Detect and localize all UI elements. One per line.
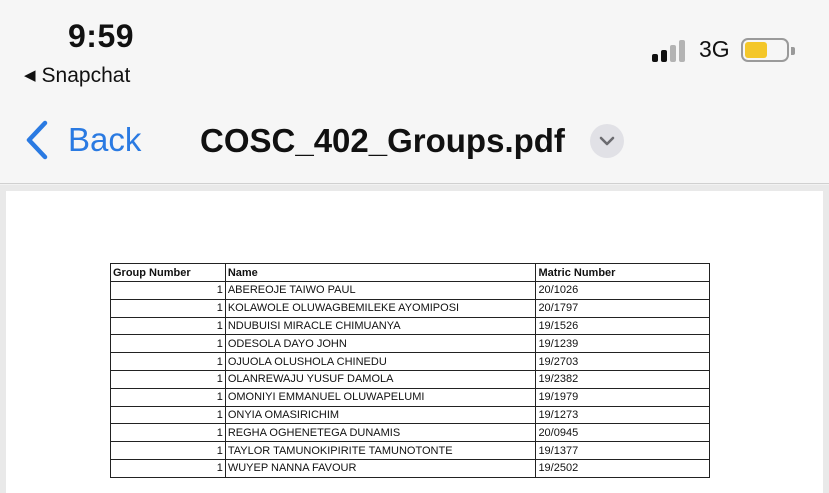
status-bar: 9:59 ◀ Snapchat 3G (0, 0, 829, 100)
group-number-cell: 1 (110, 316, 226, 336)
group-number-cell: 1 (110, 423, 226, 443)
group-number-cell: 1 (110, 458, 226, 478)
table-row: 1 ABEREOJE TAIWO PAUL 20/1026 (110, 281, 710, 300)
back-label: Back (68, 121, 142, 158)
battery-fill (745, 42, 767, 58)
name-cell: ONYIA OMASIRICHIM (224, 405, 537, 425)
matric-number-cell: 20/1026 (535, 281, 710, 300)
document-title: COSC_402_Groups.pdf (200, 122, 565, 159)
matric-number-cell: 19/2502 (535, 458, 710, 478)
name-cell: NDUBUISI MIRACLE CHIMUANYA (224, 316, 537, 336)
name-cell: WUYEP NANNA FAVOUR (224, 458, 537, 478)
back-app-label: Snapchat (41, 64, 131, 87)
nav-bar: Back COSC_402_Groups.pdf (0, 100, 829, 184)
table-row: 1 KOLAWOLE OLUWAGBEMILEKE AYOMIPOSI 20/179… (110, 298, 710, 318)
matric-number-cell: 19/2703 (535, 352, 710, 371)
cellular-signal-icon (652, 38, 690, 62)
name-cell: OJUOLA OLUSHOLA CHINEDU (224, 352, 537, 371)
name-cell: OMONIYI EMMANUEL OLUWAPELUMI (224, 387, 537, 407)
title-menu-button[interactable] (590, 124, 624, 158)
group-number-cell: 1 (110, 369, 226, 389)
matric-number-cell: 19/1273 (535, 405, 710, 425)
back-triangle-icon: ◀ (24, 67, 36, 84)
matric-number-cell: 19/1979 (535, 387, 710, 407)
name-cell: ODESOLA DAYO JOHN (224, 334, 537, 354)
matric-number-cell: 19/1526 (535, 316, 710, 336)
column-header-matric-number: Matric Number (535, 263, 710, 282)
group-number-cell: 1 (110, 281, 226, 300)
matric-number-cell: 19/2382 (535, 369, 710, 389)
name-cell: TAYLOR TAMUNOKIPIRITE TAMUNOTONTE (224, 441, 537, 460)
status-time: 9:59 (68, 18, 135, 54)
table-row: 1 OLANREWAJU YUSUF DAMOLA 19/2382 (110, 369, 710, 389)
pdf-page: Group Number Name Matric Number 1 ABEREOJ… (6, 191, 823, 493)
column-header-group-number: Group Number (110, 263, 226, 282)
table-body: 1 ABEREOJE TAIWO PAUL 20/1026 1 KOLAWOLE OLU… (110, 281, 710, 478)
group-number-cell: 1 (110, 441, 226, 460)
chevron-down-icon (599, 136, 615, 146)
group-number-cell: 1 (110, 298, 226, 318)
back-to-app-link[interactable]: ◀ Snapchat (24, 64, 130, 88)
network-type: 3G (699, 36, 730, 62)
matric-number-cell: 20/0945 (535, 423, 710, 443)
name-cell: ABEREOJE TAIWO PAUL (224, 281, 537, 300)
group-number-cell: 1 (110, 387, 226, 407)
table-row: 1 REGHA OGHENETEGA DUNAMIS 20/0945 (110, 423, 710, 443)
name-cell: REGHA OGHENETEGA DUNAMIS (224, 423, 537, 443)
table-row: 1 OMONIYI EMMANUEL OLUWAPELUMI 19/1979 (110, 387, 710, 407)
battery-icon (741, 38, 795, 62)
matric-number-cell: 19/1239 (535, 334, 710, 354)
column-header-name: Name (224, 263, 537, 282)
table-row: 1 ODESOLA DAYO JOHN 19/1239 (110, 334, 710, 354)
table-row: 1 WUYEP NANNA FAVOUR 19/2502 (110, 458, 710, 478)
group-number-cell: 1 (110, 334, 226, 354)
table-row: 1 TAYLOR TAMUNOKIPIRITE TAMUNOTONTE 19/137… (110, 441, 710, 460)
name-cell: KOLAWOLE OLUWAGBEMILEKE AYOMIPOSI (224, 298, 537, 318)
table-row: 1 ONYIA OMASIRICHIM 19/1273 (110, 405, 710, 425)
matric-number-cell: 20/1797 (535, 298, 710, 318)
matric-number-cell: 19/1377 (535, 441, 710, 460)
back-button[interactable]: Back (24, 118, 141, 162)
group-number-cell: 1 (110, 352, 226, 371)
document-viewer[interactable]: Group Number Name Matric Number 1 ABEREOJ… (0, 185, 829, 493)
table-row: 1 NDUBUISI MIRACLE CHIMUANYA 19/1526 (110, 316, 710, 336)
battery-nub (791, 47, 795, 55)
table-header-row: Group Number Name Matric Number (110, 263, 710, 282)
group-number-cell: 1 (110, 405, 226, 425)
name-cell: OLANREWAJU YUSUF DAMOLA (224, 369, 537, 389)
chevron-left-icon (26, 120, 48, 160)
groups-table: Group Number Name Matric Number 1 ABEREOJ… (110, 263, 710, 478)
table-row: 1 OJUOLA OLUSHOLA CHINEDU 19/2703 (110, 352, 710, 371)
